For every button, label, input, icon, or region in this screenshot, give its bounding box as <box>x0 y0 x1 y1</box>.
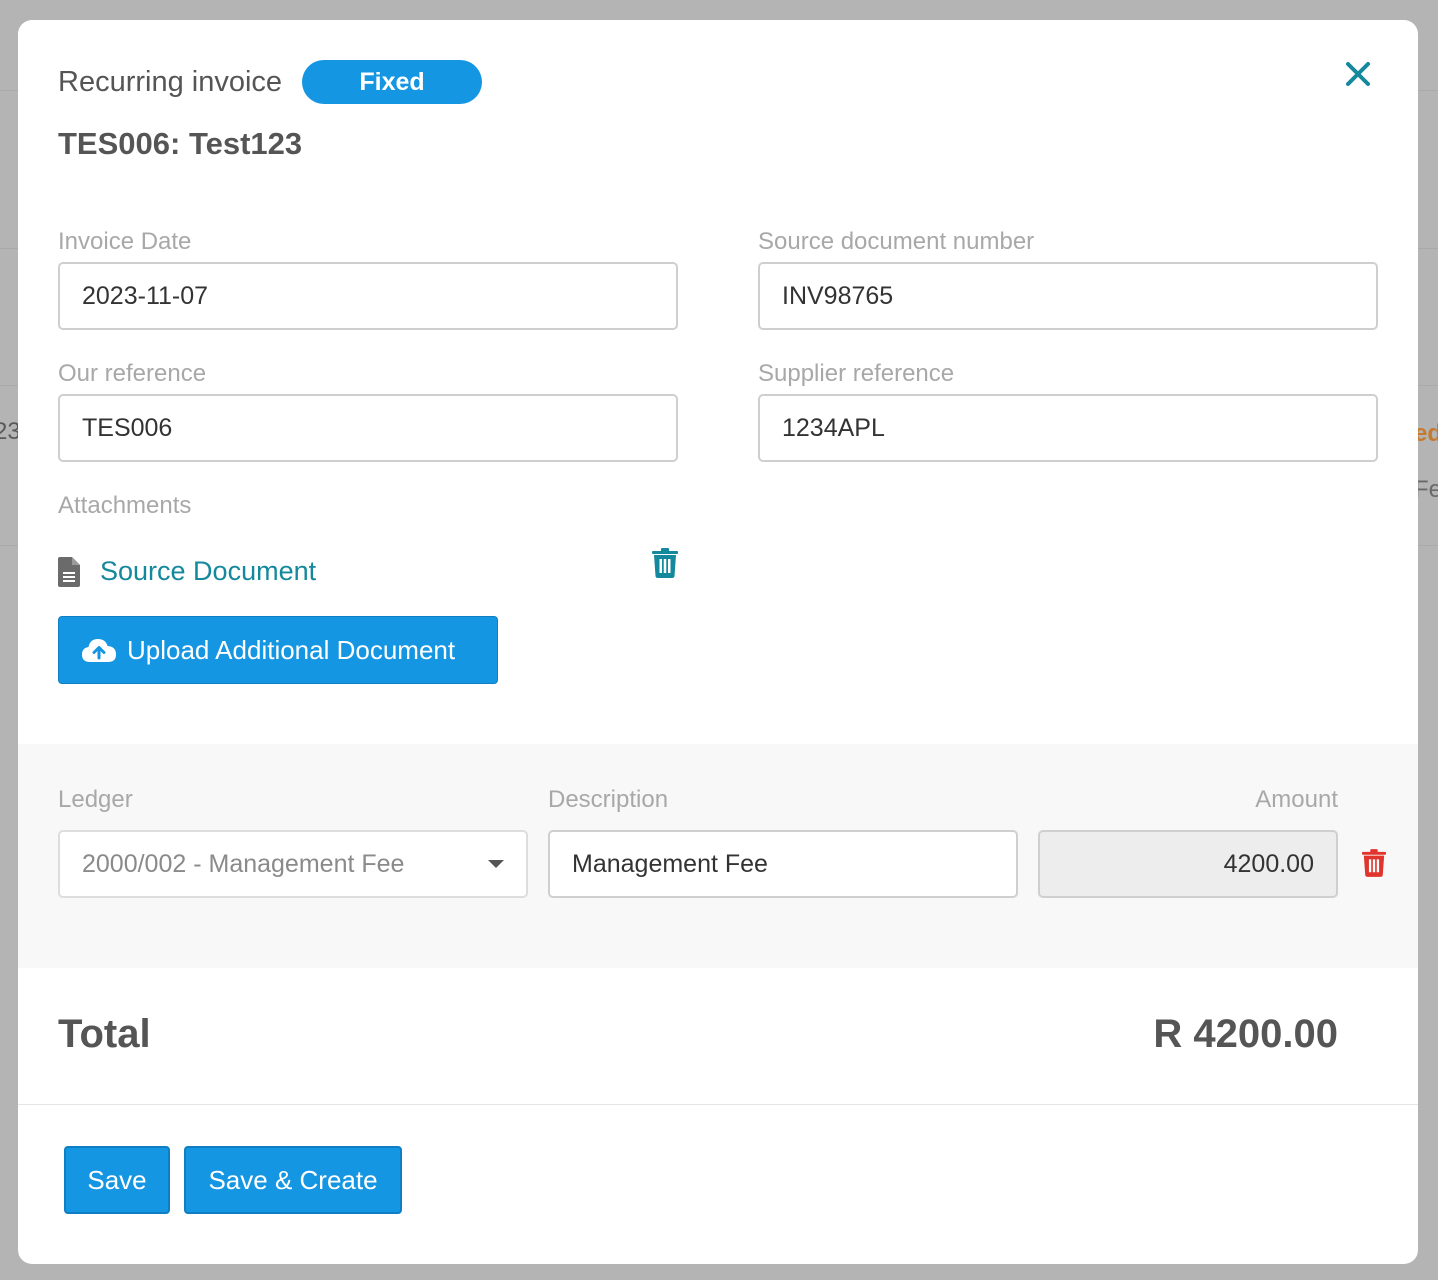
attachments-label: Attachments <box>58 492 192 519</box>
supplier-reference-input[interactable]: 1234APL <box>758 394 1378 462</box>
source-document-link[interactable]: Source Document <box>100 556 316 587</box>
file-icon <box>58 556 80 587</box>
delete-line-button[interactable] <box>1362 848 1390 880</box>
close-button[interactable] <box>1338 54 1378 94</box>
description-header: Description <box>548 786 669 813</box>
amount-input[interactable]: 4200.00 <box>1038 830 1338 898</box>
delete-attachment-button[interactable] <box>652 548 682 580</box>
trash-icon <box>1362 849 1386 877</box>
our-reference-label: Our reference <box>58 360 207 387</box>
source-document-number-label: Source document number <box>758 228 1035 255</box>
upload-additional-document-button[interactable]: Upload Additional Document <box>58 616 498 684</box>
modal-header: Recurring invoice Fixed TES006: Test123 <box>58 60 1378 162</box>
ledger-select[interactable]: 2000/002 - Management Fee <box>58 830 528 898</box>
title-row: Recurring invoice Fixed <box>58 60 1378 104</box>
ledger-select-value: 2000/002 - Management Fee <box>82 849 405 878</box>
invoice-subtitle: TES006: Test123 <box>58 126 303 161</box>
supplier-reference-label: Supplier reference <box>758 360 955 387</box>
close-icon <box>1346 62 1370 86</box>
total-label: Total <box>58 1012 151 1056</box>
chevron-down-icon <box>488 860 504 868</box>
total-row: Total R 4200.00 <box>58 1012 1338 1057</box>
modal-title: Recurring invoice <box>58 65 283 98</box>
trash-icon <box>652 548 678 578</box>
upload-button-label: Upload Additional Document <box>127 634 456 665</box>
total-value: R 4200.00 <box>1153 1012 1338 1056</box>
description-input[interactable]: Management Fee <box>548 830 1018 898</box>
attachment-item: Source Document <box>58 556 316 587</box>
save-and-create-button[interactable]: Save & Create <box>184 1146 402 1214</box>
our-reference-input[interactable]: TES006 <box>58 394 678 462</box>
type-badge: Fixed <box>302 60 483 104</box>
source-document-number-input[interactable]: INV98765 <box>758 262 1378 330</box>
save-button[interactable]: Save <box>64 1146 170 1214</box>
recurring-invoice-modal: Recurring invoice Fixed TES006: Test123 … <box>18 20 1418 1264</box>
ledger-header: Ledger <box>58 786 133 813</box>
invoice-date-input[interactable]: 2023-11-07 <box>58 262 678 330</box>
cloud-upload-icon <box>81 637 117 663</box>
footer-divider <box>18 1104 1418 1105</box>
line-items-section: Ledger Description Amount 2000/002 - Man… <box>18 744 1418 968</box>
amount-header: Amount <box>1255 786 1338 813</box>
invoice-date-label: Invoice Date <box>58 228 192 255</box>
